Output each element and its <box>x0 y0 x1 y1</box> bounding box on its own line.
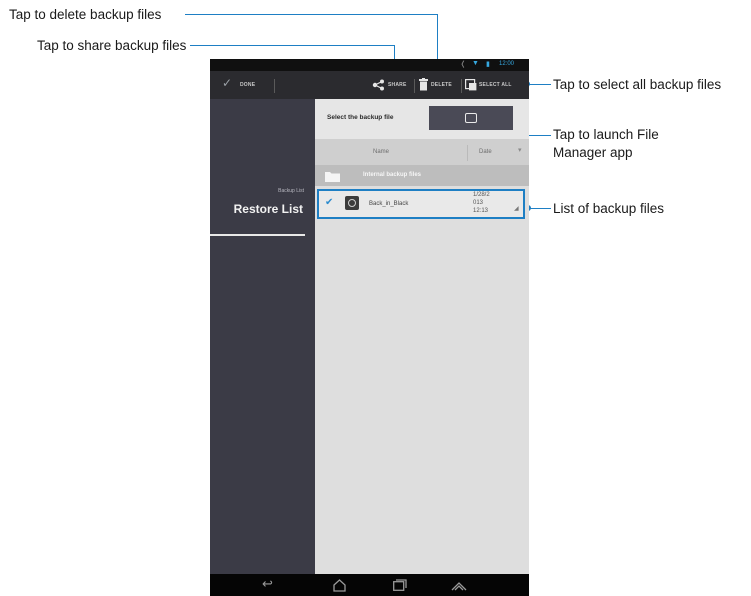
column-date[interactable]: Date <box>479 149 492 155</box>
action-divider <box>461 79 462 93</box>
launch-file-manager-button[interactable] <box>429 106 513 130</box>
status-bar: ❬ ▼ ▮ 12:00 <box>210 59 529 71</box>
file-date-line3: 12:13 <box>473 208 489 214</box>
selected-indicator <box>210 234 305 236</box>
action-bar: ✓ DONE SHARE DELETE SELECT ALL <box>210 71 529 99</box>
share-label: SHARE <box>388 82 407 88</box>
list-leader <box>528 208 551 209</box>
done-label: DONE <box>240 82 256 88</box>
sidebar-item-label: Restore List <box>233 202 303 216</box>
sidebar-item-backup-list[interactable]: Backup List <box>210 185 315 199</box>
sort-dropdown-icon[interactable]: ▾ <box>518 146 522 154</box>
done-button[interactable]: ✓ DONE <box>218 71 268 99</box>
select-all-label: SELECT ALL <box>479 82 512 88</box>
select-all-button[interactable]: SELECT ALL <box>464 71 529 99</box>
file-select-header: Select the backup file <box>315 99 529 139</box>
home-icon[interactable] <box>333 579 346 592</box>
action-divider <box>274 79 275 93</box>
sidebar-item-restore-list[interactable]: Restore List <box>210 199 315 229</box>
navigation-bar: ↩ <box>210 574 529 596</box>
share-button[interactable]: SHARE <box>370 71 412 99</box>
recent-apps-icon[interactable] <box>393 579 407 591</box>
callout-select-all: Tap to select all backup files <box>553 77 722 92</box>
callout-launch-line2: Manager app <box>553 145 633 160</box>
select-all-leader <box>527 84 551 85</box>
delete-leader-h <box>185 14 438 15</box>
music-file-icon <box>345 196 359 210</box>
folder-icon <box>325 172 340 182</box>
file-list-item[interactable]: ✔ Back_in_Black 1/28/2 013 12:13 ◢ <box>317 189 525 219</box>
battery-icon: ▮ <box>486 61 490 68</box>
trash-icon <box>419 78 428 91</box>
share-icon <box>372 79 384 91</box>
main-content: Select the backup file Name Date ▾ Inter… <box>315 99 529 574</box>
file-date-line1: 1/28/2 <box>473 192 490 198</box>
disc-icon <box>348 199 356 207</box>
file-date-line2: 013 <box>473 200 484 206</box>
status-time: 12:00 <box>499 61 515 67</box>
action-divider <box>414 79 415 93</box>
row-checkbox[interactable]: ✔ <box>325 197 333 208</box>
wifi-icon: ▼ <box>472 60 479 67</box>
back-icon[interactable]: ↩ <box>262 576 273 592</box>
sidebar-item-label: Backup List <box>278 188 304 194</box>
check-icon: ✓ <box>222 76 233 90</box>
callout-share: Tap to share backup files <box>37 38 187 53</box>
folder-row[interactable]: Internal backup files <box>315 165 529 186</box>
select-all-icon <box>465 79 477 91</box>
callout-delete: Tap to delete backup files <box>9 7 162 22</box>
callout-launch-line1: Tap to launch File <box>553 127 659 142</box>
column-name[interactable]: Name <box>373 149 389 155</box>
delete-label: DELETE <box>431 82 452 88</box>
file-name: Back_in_Black <box>369 201 409 207</box>
menu-up-icon[interactable] <box>451 580 467 591</box>
select-file-label: Select the backup file <box>327 114 394 121</box>
column-divider <box>467 145 468 161</box>
file-manager-icon <box>465 113 477 123</box>
delete-button[interactable]: DELETE <box>417 71 461 99</box>
callout-list: List of backup files <box>553 201 665 216</box>
expand-corner-icon: ◢ <box>514 206 519 212</box>
column-header: Name Date ▾ <box>315 139 529 165</box>
share-leader-h <box>190 45 395 46</box>
device-screen: ❬ ▼ ▮ 12:00 ✓ DONE SHARE DELETE SELECT A… <box>210 59 529 596</box>
notification-icon: ❬ <box>460 61 466 68</box>
sidebar: Backup List Restore List <box>210 99 315 574</box>
folder-label: Internal backup files <box>363 172 422 178</box>
